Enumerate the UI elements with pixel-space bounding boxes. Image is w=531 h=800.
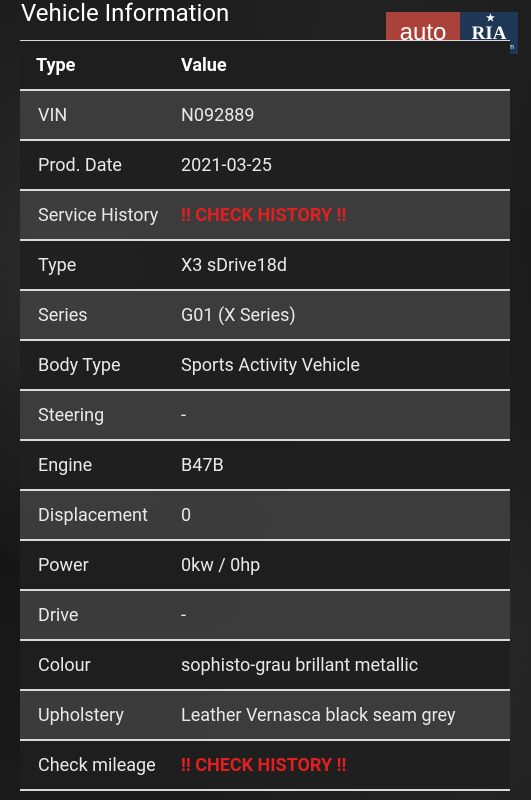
table-row: VIN N092889 xyxy=(20,91,510,141)
row-value: - xyxy=(181,404,186,426)
row-value: Sports Activity Vehicle xyxy=(181,354,360,376)
row-label: Colour xyxy=(38,654,91,676)
table-row: Power 0kw / 0hp xyxy=(20,541,510,591)
table-row: Service History !! CHECK HISTORY !! xyxy=(20,191,510,241)
row-value: 2021-03-25 xyxy=(181,154,272,176)
vehicle-info-table: Type Value VIN N092889 Prod. Date 2021-03-2… xyxy=(20,40,510,791)
table-row: Body Type Sports Activity Vehicle xyxy=(20,341,510,391)
row-label: Displacement xyxy=(38,504,148,526)
star-icon: ★ xyxy=(486,13,495,24)
table-header-row: Type Value xyxy=(20,40,510,91)
table-row: Drive - xyxy=(20,591,510,641)
row-value: B47B xyxy=(181,454,224,476)
table-row: Steering - xyxy=(20,391,510,441)
row-label: Series xyxy=(38,304,88,326)
row-label: Prod. Date xyxy=(38,154,122,176)
table-row: Series G01 (X Series) xyxy=(20,291,510,341)
column-header-value: Value xyxy=(181,54,227,76)
page-title: Vehicle Information xyxy=(21,0,230,27)
row-label: VIN xyxy=(38,104,68,126)
row-label: Service History xyxy=(38,204,159,226)
row-value: N092889 xyxy=(181,104,255,126)
row-value: sophisto-grau brillant metallic xyxy=(181,654,419,676)
row-label: Body Type xyxy=(38,354,121,376)
row-label: Type xyxy=(38,254,77,276)
row-label: Engine xyxy=(38,454,93,476)
check-history-warning: !! CHECK HISTORY !! xyxy=(181,204,347,226)
row-label: Upholstery xyxy=(38,704,124,726)
row-label: Steering xyxy=(38,404,105,426)
table-row: Type X3 sDrive18d xyxy=(20,241,510,291)
row-value: G01 (X Series) xyxy=(181,304,296,326)
table-row: Prod. Date 2021-03-25 xyxy=(20,141,510,191)
row-value: 0kw / 0hp xyxy=(181,554,261,576)
row-value: X3 sDrive18d xyxy=(181,254,287,276)
table-row: Engine B47B xyxy=(20,441,510,491)
table-row: Upholstery Leather Vernasca black seam gr… xyxy=(20,691,510,741)
table-row: Displacement 0 xyxy=(20,491,510,541)
row-label: Drive xyxy=(38,604,79,626)
table-row: Colour sophisto-grau brillant metallic xyxy=(20,641,510,691)
check-history-warning: !! CHECK HISTORY !! xyxy=(181,754,347,776)
row-value: 0 xyxy=(181,504,192,526)
column-header-type: Type xyxy=(36,54,76,76)
row-label: Power xyxy=(38,554,89,576)
row-value: - xyxy=(181,604,186,626)
table-row: Check mileage !! CHECK HISTORY !! xyxy=(20,741,510,791)
row-label: Check mileage xyxy=(38,754,156,776)
row-value: Leather Vernasca black seam grey xyxy=(181,704,456,726)
